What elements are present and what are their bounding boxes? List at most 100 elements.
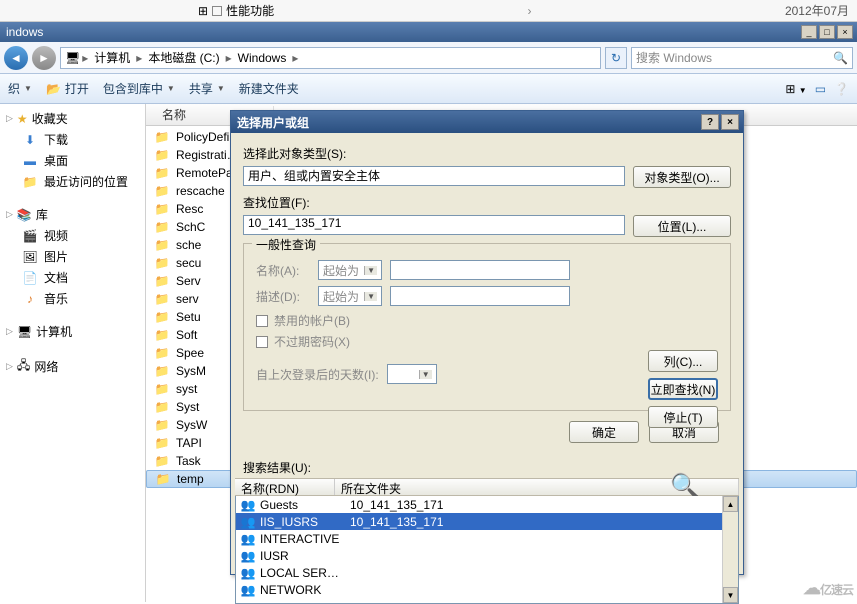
file-name: SchC <box>176 220 205 234</box>
music-icon: ♪ <box>22 291 38 307</box>
star-icon: ★ <box>17 112 28 126</box>
folder-icon: 📁 <box>154 400 170 414</box>
file-name: serv <box>176 292 199 306</box>
search-placeholder: 搜索 Windows <box>636 49 712 66</box>
help-button[interactable]: ❔ <box>834 82 849 96</box>
folder-icon: 📁 <box>154 382 170 396</box>
folder-icon: 📁 <box>154 346 170 360</box>
desc-input[interactable] <box>390 286 570 306</box>
results-list: 👥Guests10_141_135_171👥IIS_IUSRS10_141_13… <box>235 496 739 604</box>
folder-icon: 📁 <box>154 328 170 342</box>
folder-icon: 📁 <box>154 364 170 378</box>
network-group[interactable]: ▷🖧网络 <box>0 354 145 379</box>
minimize-button[interactable]: _ <box>801 25 817 39</box>
organize-menu[interactable]: 织▼ <box>8 80 32 97</box>
nav-pictures[interactable]: 🖼图片 <box>0 246 145 267</box>
stop-button[interactable]: 停止(T) <box>648 406 718 428</box>
locations-button[interactable]: 位置(L)... <box>633 215 731 237</box>
file-name: Task <box>176 454 201 468</box>
col-rdn[interactable]: 名称(RDN) <box>235 479 335 495</box>
folder-icon: 📁 <box>154 130 170 144</box>
chevron-down-icon: ▼ <box>24 84 32 93</box>
close-button[interactable]: × <box>837 25 853 39</box>
group-icon: 👥 <box>240 515 256 529</box>
days-label: 自上次登录后的天数(I): <box>256 366 379 383</box>
crumb-folder[interactable]: Windows <box>234 51 291 65</box>
results-header: 名称(RDN) 所在文件夹 <box>235 478 739 496</box>
desc-mode-combo[interactable]: 起始为▼ <box>318 286 382 306</box>
object-type-field[interactable]: 用户、组或内置安全主体 <box>243 166 625 186</box>
tree-node[interactable]: ⊞ 性能功能 <box>198 2 274 19</box>
result-row[interactable]: 👥INTERACTIVE <box>236 530 738 547</box>
result-row[interactable]: 👥NETWORK <box>236 581 738 598</box>
file-name: temp <box>177 472 204 486</box>
folder-icon: 📁 <box>155 472 171 486</box>
folder-icon: 📁 <box>154 310 170 324</box>
result-row[interactable]: 👥 IUSR <box>236 547 738 564</box>
result-row[interactable]: 👥IIS_IUSRS10_141_135_171 <box>236 513 738 530</box>
name-mode-combo[interactable]: 起始为▼ <box>318 260 382 280</box>
find-now-button[interactable]: 立即查找(N) <box>648 378 718 400</box>
dialog-close-button[interactable]: × <box>721 114 739 130</box>
group-icon: 👥 <box>240 498 256 512</box>
computer-icon: 🖥 <box>65 51 80 65</box>
dialog-help-button[interactable]: ? <box>701 114 719 130</box>
scrollbar[interactable]: ▲ ▼ <box>722 496 738 603</box>
folder-icon: 📁 <box>154 418 170 432</box>
object-types-button[interactable]: 对象类型(O)... <box>633 166 731 188</box>
maximize-button[interactable]: □ <box>819 25 835 39</box>
view-menu[interactable]: ⊞ ▼ <box>785 82 806 96</box>
object-type-label: 选择此对象类型(S): <box>243 145 731 162</box>
search-input[interactable]: 搜索 Windows 🔍 <box>631 47 853 69</box>
result-row[interactable]: 👥Guests10_141_135_171 <box>236 496 738 513</box>
result-folder: 10_141_135_171 <box>350 498 443 512</box>
desktop-icon: ▬ <box>22 153 38 169</box>
file-name: secu <box>176 256 201 270</box>
folder-open-icon: 📂 <box>46 82 61 96</box>
forward-button[interactable]: ► <box>32 46 56 70</box>
file-name: Setu <box>176 310 201 324</box>
breadcrumb[interactable]: 🖥 ▸ 计算机 ▸ 本地磁盘 (C:) ▸ Windows ▸ <box>60 47 601 69</box>
result-name: INTERACTIVE <box>260 532 346 546</box>
refresh-button[interactable]: ↻ <box>605 47 627 69</box>
chevron-down-icon: ▼ <box>364 266 377 275</box>
nav-documents[interactable]: 📄文档 <box>0 267 145 288</box>
nav-downloads[interactable]: ⬇下载 <box>0 129 145 150</box>
new-folder-button[interactable]: 新建文件夹 <box>239 80 299 97</box>
result-name: NETWORK <box>260 583 346 597</box>
result-row[interactable]: 👥LOCAL SER… <box>236 564 738 581</box>
group-icon: 👥 <box>240 549 256 563</box>
crumb-computer[interactable]: 计算机 <box>90 49 134 66</box>
name-input[interactable] <box>390 260 570 280</box>
preview-pane-button[interactable]: ▭ <box>815 82 826 96</box>
result-name: IUSR <box>260 549 346 563</box>
share-menu[interactable]: 共享▼ <box>189 80 225 97</box>
watermark: ☁亿速云 <box>803 578 853 599</box>
include-library-menu[interactable]: 包含到库中▼ <box>103 80 175 97</box>
days-combo[interactable]: ▼ <box>387 364 437 384</box>
non-expiring-pwd-checkbox[interactable]: 不过期密码(X) <box>256 333 718 350</box>
folder-icon: 📁 <box>154 256 170 270</box>
select-users-dialog: 选择用户或组 ? × 选择此对象类型(S): 用户、组或内置安全主体 对象类型(… <box>230 110 744 575</box>
nav-desktop[interactable]: ▬桌面 <box>0 150 145 171</box>
page-top-remnant: ⊞ 性能功能 › 2012年07月 <box>0 0 857 22</box>
video-icon: 🎬 <box>22 228 38 244</box>
location-field[interactable]: 10_141_135_171 <box>243 215 625 235</box>
disabled-accounts-checkbox[interactable]: 禁用的帐户(B) <box>256 312 718 329</box>
columns-button[interactable]: 列(C)... <box>648 350 718 372</box>
back-button[interactable]: ◄ <box>4 46 28 70</box>
libraries-group[interactable]: ▷📚库 <box>0 204 145 225</box>
computer-icon: 🖥 <box>17 325 32 339</box>
computer-group[interactable]: ▷🖥计算机 <box>0 321 145 342</box>
favorites-group[interactable]: ▷★收藏夹 <box>0 108 145 129</box>
crumb-drive[interactable]: 本地磁盘 (C:) <box>144 49 223 66</box>
file-name: Syst <box>176 400 199 414</box>
ok-button[interactable]: 确定 <box>569 421 639 443</box>
picture-icon: 🖼 <box>22 249 38 265</box>
scroll-up-icon[interactable]: ▲ <box>723 496 738 512</box>
open-button[interactable]: 📂打开 <box>46 80 89 97</box>
group-icon: 👥 <box>240 566 256 580</box>
nav-videos[interactable]: 🎬视频 <box>0 225 145 246</box>
nav-music[interactable]: ♪音乐 <box>0 288 145 309</box>
nav-recent[interactable]: 📁最近访问的位置 <box>0 171 145 192</box>
